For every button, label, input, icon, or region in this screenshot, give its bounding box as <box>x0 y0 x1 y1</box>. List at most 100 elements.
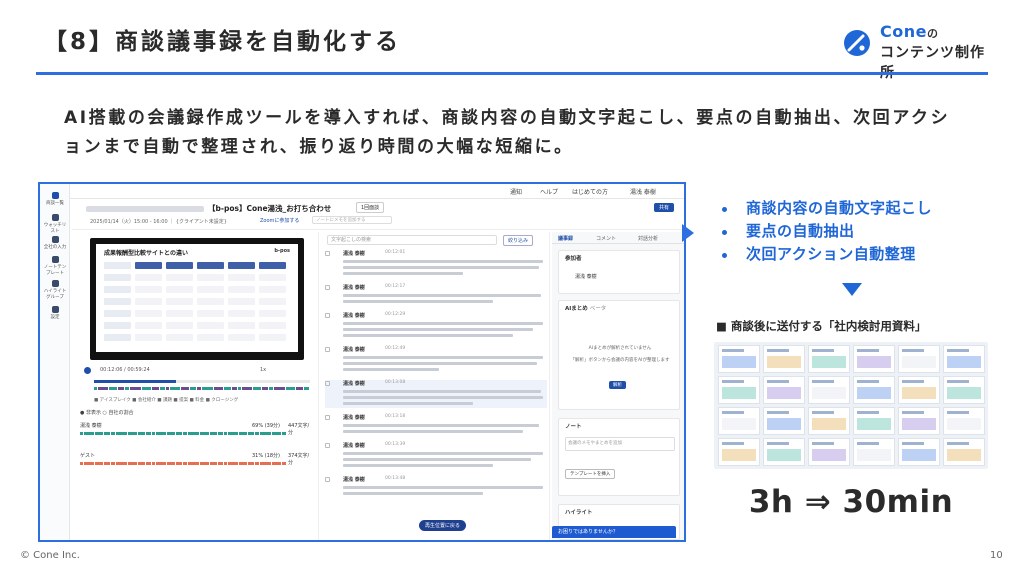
document-thumbnail <box>853 376 895 404</box>
utterance-checkbox[interactable] <box>325 251 330 256</box>
utterance-checkbox[interactable] <box>325 443 330 448</box>
start-guide-link[interactable]: はじめての方 <box>572 187 608 196</box>
utterance-item[interactable]: 湯浅 泰樹 00:12:17 <box>325 284 547 306</box>
brand-name: Cone <box>880 22 927 41</box>
bar-segment <box>176 462 182 465</box>
help-link[interactable]: ヘルプ <box>540 187 558 196</box>
utterance-checkbox[interactable] <box>325 381 330 386</box>
utterance-item[interactable]: 湯浅 泰樹 00:13:39 <box>325 442 547 470</box>
bar-segment <box>183 462 187 465</box>
table-cell <box>166 334 193 341</box>
analyze-button[interactable]: 解析 <box>609 381 626 389</box>
nav-item-company[interactable]: 全社の入力 <box>42 236 68 250</box>
bullet-icon <box>722 207 727 212</box>
utterance-item[interactable]: 湯浅 泰樹 00:12:01 <box>325 250 547 278</box>
help-chat-bar[interactable]: お困りではありませんか？ <box>552 526 676 538</box>
speaker-toggle[interactable]: ● 非表示 ○ 自社の割合 <box>80 409 134 416</box>
filter-button[interactable]: 絞り込み <box>503 235 534 246</box>
utterance-item[interactable]: 湯浅 泰樹 00:13:08 <box>325 380 547 408</box>
insert-template-button[interactable]: テンプレートを挿入 <box>565 469 616 479</box>
thumbnail-heading <box>812 442 834 445</box>
topic-bar[interactable] <box>94 387 310 390</box>
utterance-time: 00:12:17 <box>385 284 406 289</box>
transcript-text-line <box>343 356 543 359</box>
transcript-text-line <box>343 328 533 331</box>
table-cell <box>259 322 286 329</box>
bar-segment <box>286 387 295 390</box>
transcript-text-line <box>343 368 439 371</box>
tab-analysis[interactable]: 対話分析 <box>638 235 658 242</box>
return-to-playback-button[interactable]: 再生位置に戻る <box>419 520 467 531</box>
bar-segment <box>116 462 127 465</box>
thumbnail-body <box>767 449 801 461</box>
table-cell <box>135 322 162 329</box>
bar-segment <box>224 387 231 390</box>
bar-segment <box>138 432 145 435</box>
speaker-rate: 447文字/分 <box>288 423 310 436</box>
note-input[interactable]: 会議のメモやまとめを追加 <box>565 437 675 451</box>
speaker-ratio: 31% (18分) <box>252 453 280 459</box>
nav-item-templates[interactable]: ノートテンプレート <box>42 256 68 276</box>
document-thumbnail <box>898 407 940 435</box>
speaker-name: ゲスト <box>80 453 96 459</box>
user-menu[interactable]: 湯浅 泰樹 <box>630 187 656 196</box>
thumbnail-heading <box>902 349 924 352</box>
participants-card: 参加者 湯浅 泰樹 <box>558 250 680 294</box>
bar-segment <box>84 432 94 435</box>
utterance-speaker: 湯浅 泰樹 <box>343 347 365 353</box>
bar-segment <box>104 462 110 465</box>
bar-segment <box>128 432 137 435</box>
thumbnail-body <box>812 356 846 368</box>
table-cell <box>197 298 224 305</box>
utterance-item[interactable]: 湯浅 泰樹 00:12:49 <box>325 346 547 374</box>
table-cell <box>259 274 286 281</box>
tab-comments[interactable]: コメント <box>596 235 616 242</box>
speed-select[interactable]: 1x <box>260 367 266 373</box>
nav-item-settings[interactable]: 設定 <box>42 306 68 320</box>
bar-segment <box>167 462 175 465</box>
share-button[interactable]: 共有 <box>653 203 674 212</box>
bar-segment <box>125 387 129 390</box>
utterance-item[interactable]: 湯浅 泰樹 00:13:18 <box>325 414 547 436</box>
nav-item-watchlist[interactable]: ウォッチリスト <box>42 214 68 234</box>
memo-input[interactable]: ノートにメモを追加する <box>312 216 392 224</box>
table-cell <box>135 334 162 341</box>
utterance-checkbox[interactable] <box>325 415 330 420</box>
nav-item-highlights[interactable]: ハイライトグループ <box>42 280 68 300</box>
player-controls: 00:12:06 / 00:59:24 1x <box>84 366 310 376</box>
playback-timeline[interactable] <box>94 380 310 383</box>
utterance-item[interactable]: 湯浅 泰樹 00:12:29 <box>325 312 547 340</box>
meeting-tag[interactable]: 1回面談 <box>356 202 385 213</box>
shared-slide: 成果報酬型比較サイトとの違い b-pos <box>96 244 298 352</box>
notify-link[interactable]: 通知 <box>510 187 522 196</box>
utterance-checkbox[interactable] <box>325 285 330 290</box>
note-card: ノート 会議のメモやまとめを追加 テンプレートを挿入 <box>558 418 680 496</box>
utterance-speaker: 湯浅 泰樹 <box>343 443 365 449</box>
nav-item-meetings[interactable]: 商談一覧 <box>42 192 68 206</box>
table-cell <box>228 274 255 281</box>
zoom-join-link[interactable]: Zoomに参加する <box>260 217 299 224</box>
thumbnail-heading <box>902 380 924 383</box>
transcript-search-input[interactable]: 文字起こしの検索 <box>327 235 497 245</box>
bar-segment <box>95 462 103 465</box>
speaker-bar <box>80 462 286 465</box>
thumbnail-heading <box>902 411 924 414</box>
play-icon[interactable] <box>84 367 91 374</box>
utterance-checkbox[interactable] <box>325 347 330 352</box>
thumbnail-heading <box>947 442 969 445</box>
tab-minutes[interactable]: 議事録 <box>558 235 573 242</box>
video-player[interactable]: 成果報酬型比較サイトとの違い b-pos <box>90 238 304 360</box>
bar-segment <box>111 462 115 465</box>
bar-segment <box>104 432 110 435</box>
bar-segment <box>176 432 182 435</box>
utterance-speaker: 湯浅 泰樹 <box>343 415 365 421</box>
utterance-item[interactable]: 湯浅 泰樹 00:13:48 <box>325 476 547 498</box>
bpos-logo: b-pos <box>274 248 290 254</box>
utterance-checkbox[interactable] <box>325 477 330 482</box>
utterance-checkbox[interactable] <box>325 313 330 318</box>
transcript-text-line <box>343 458 531 461</box>
bar-segment <box>130 387 141 390</box>
table-cell <box>228 310 255 317</box>
utterance-time: 00:13:48 <box>385 476 406 481</box>
table-cell <box>135 310 162 317</box>
